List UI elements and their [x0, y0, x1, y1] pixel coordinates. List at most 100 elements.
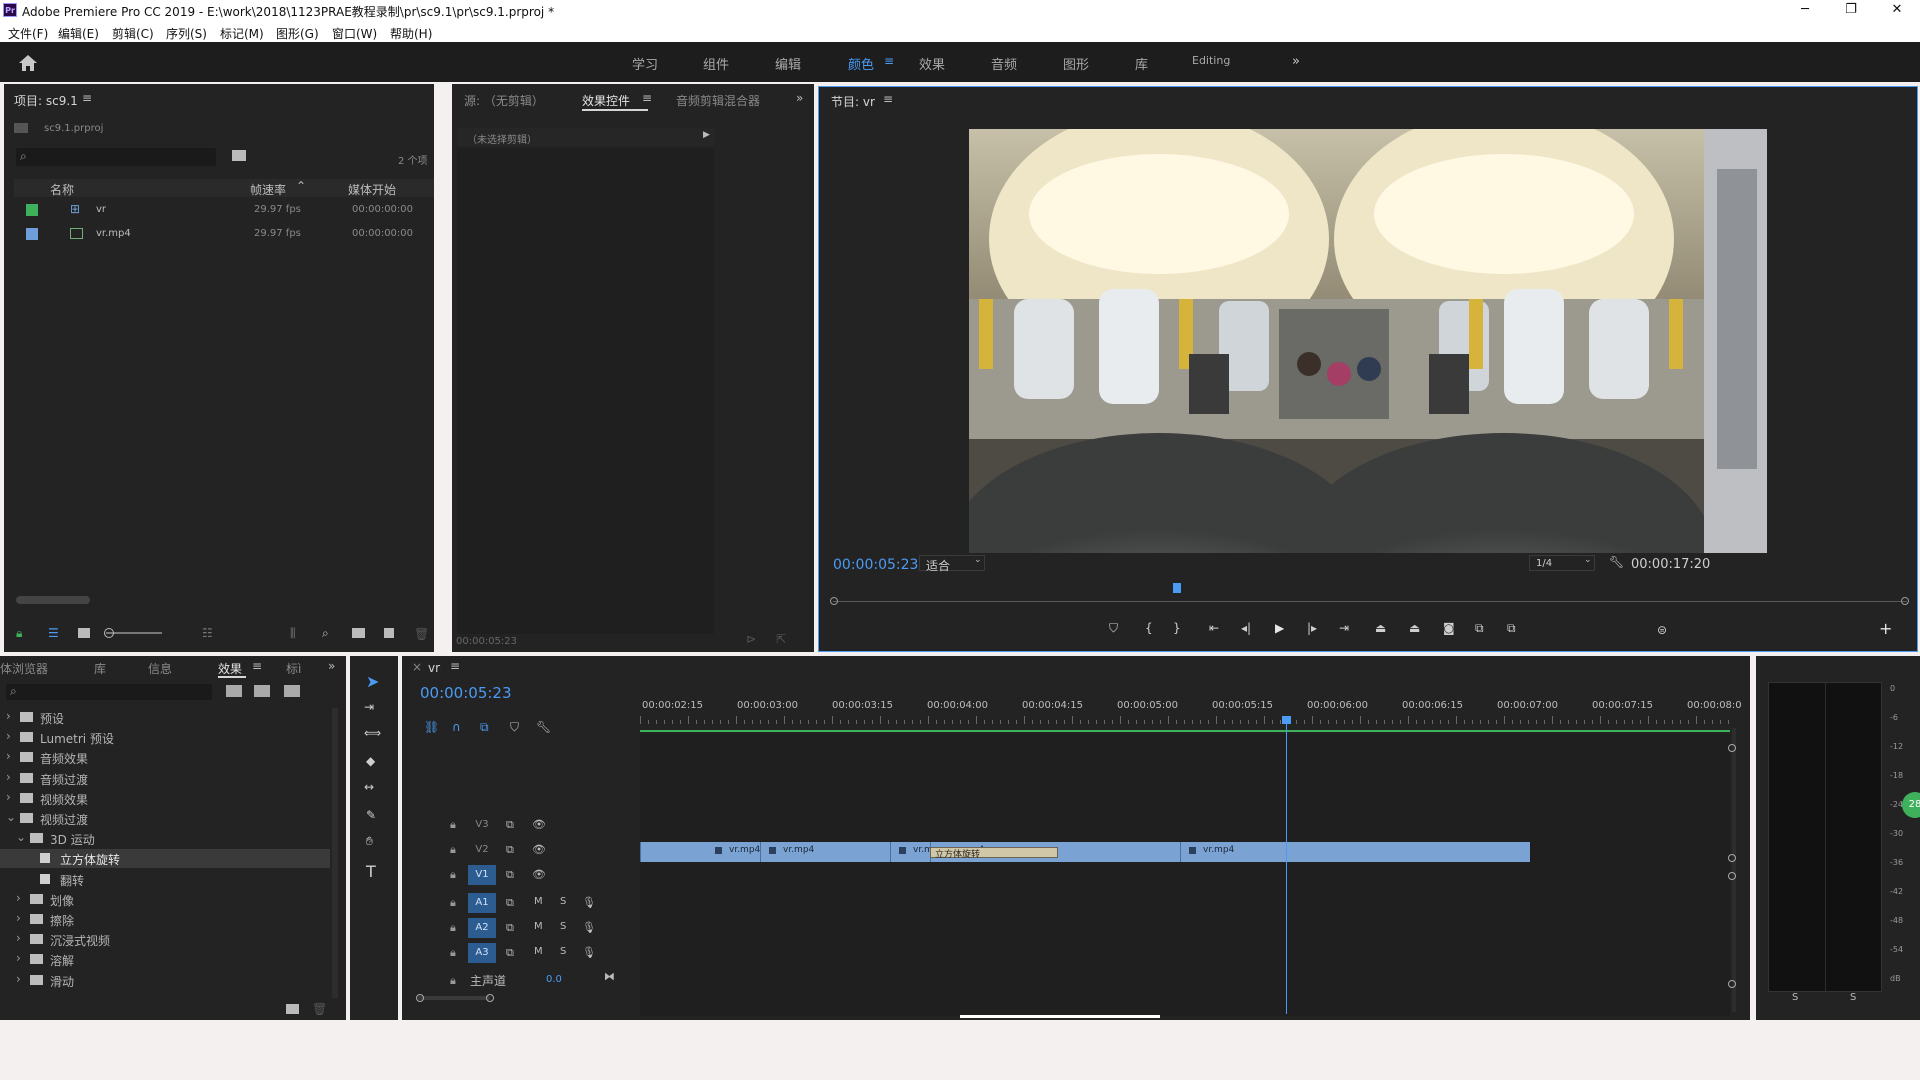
yuv-effects-icon[interactable]: [284, 685, 300, 697]
tab-media-browser[interactable]: 体浏览器: [0, 660, 48, 677]
transition-cube-spin[interactable]: 立方体旋转: [930, 847, 1058, 860]
sort-icons-icon[interactable]: ☷: [202, 626, 213, 640]
workspace-color[interactable]: 颜色: [848, 54, 874, 73]
workspace-audio[interactable]: 音频: [991, 54, 1017, 73]
ripple-edit-tool-icon[interactable]: ⟺: [364, 726, 381, 740]
play-icon[interactable]: ▶: [1275, 621, 1284, 635]
chevron-right-icon[interactable]: ›: [6, 729, 11, 743]
fit-zoom-select[interactable]: 适合 ⌄: [919, 555, 985, 573]
list-view-icon[interactable]: ☰: [48, 626, 59, 640]
zoom-handle[interactable]: [486, 994, 494, 1002]
chevron-right-icon[interactable]: ›: [6, 770, 11, 784]
automate-to-sequence-icon[interactable]: ⫼: [290, 626, 296, 641]
chevron-right-icon[interactable]: ›: [16, 931, 21, 945]
tab-audio-clip-mixer[interactable]: 音频剪辑混合器: [676, 92, 760, 109]
vr-headset-icon[interactable]: ⊜: [1657, 623, 1667, 637]
type-tool-icon[interactable]: T: [366, 862, 376, 881]
panel-menu-icon[interactable]: ≡: [883, 92, 893, 106]
in-range-handle[interactable]: [830, 597, 838, 605]
new-custom-bin-icon[interactable]: [286, 1004, 299, 1014]
chevron-right-icon[interactable]: ›: [6, 790, 11, 804]
chevron-right-icon[interactable]: ›: [16, 891, 21, 905]
scroll-handle[interactable]: [1728, 744, 1736, 752]
effects-tree-item[interactable]: › 视频效果: [0, 789, 330, 808]
menu-help[interactable]: 帮助(H): [390, 25, 432, 42]
program-playhead[interactable]: [1173, 583, 1181, 593]
chevron-down-icon[interactable]: ⌄: [6, 810, 16, 824]
button-editor-add-icon[interactable]: +: [1879, 619, 1892, 638]
project-search-input[interactable]: ⌕: [16, 148, 216, 166]
col-name[interactable]: 名称: [50, 181, 74, 198]
effects-tree-item[interactable]: › 沉浸式视频: [0, 930, 330, 949]
effects-tree-item[interactable]: › 溶解: [0, 950, 330, 969]
workspace-graphics[interactable]: 图形: [1063, 54, 1089, 73]
vertical-scrollbar[interactable]: [1732, 728, 1736, 1012]
tab-info[interactable]: 信息: [148, 660, 172, 677]
effects-tree-item[interactable]: › 划像: [0, 890, 330, 909]
vertical-scrollbar[interactable]: [332, 708, 338, 998]
effects-tree-item[interactable]: › 音频过渡: [0, 769, 330, 788]
chevron-right-icon[interactable]: ›: [16, 972, 21, 986]
menu-graphics[interactable]: 图形(G): [276, 25, 319, 42]
timeline-clip[interactable]: vr.mp4: [1180, 842, 1530, 862]
export-icon[interactable]: ⇱: [776, 632, 786, 646]
timeline-clip[interactable]: vr.m: [890, 842, 933, 862]
export-frame-camera-icon[interactable]: ◙: [1443, 621, 1455, 635]
track-select-tool-icon[interactable]: ⇥: [364, 700, 374, 714]
program-monitor-title[interactable]: 节目: vr: [831, 93, 875, 110]
new-item-icon[interactable]: [384, 628, 394, 638]
razor-tool-icon[interactable]: ◆: [366, 754, 375, 768]
workspace-editing-custom[interactable]: Editing: [1192, 54, 1230, 67]
effects-tree-item[interactable]: ⌄ 视频过渡: [0, 809, 330, 828]
menu-window[interactable]: 窗口(W): [332, 25, 377, 42]
panel-menu-icon[interactable]: ≡: [82, 91, 92, 105]
clear-icon[interactable]: 🗑︎: [414, 627, 429, 641]
restore-button[interactable]: ❐: [1828, 0, 1874, 22]
timeline-clip[interactable]: vr.mp4: [640, 842, 760, 862]
chevron-down-icon[interactable]: ⌄: [16, 830, 26, 844]
resolution-select[interactable]: 1/4 ⌄: [1529, 555, 1595, 571]
selection-tool-icon[interactable]: ➤: [366, 672, 379, 691]
accelerated-effects-icon[interactable]: [226, 685, 242, 697]
menu-clip[interactable]: 剪辑(C): [112, 25, 154, 42]
home-icon[interactable]: [18, 54, 38, 72]
zoom-handle[interactable]: [416, 994, 424, 1002]
expand-arrow-icon[interactable]: ▶: [703, 130, 710, 140]
project-item-row[interactable]: vr.mp4 29.97 fps 00:00:00:00: [18, 224, 434, 246]
project-panel-title[interactable]: 项目: sc9.1: [14, 92, 78, 109]
effects-tree-item[interactable]: › Lumetri 预设: [0, 728, 330, 747]
minimize-button[interactable]: ─: [1782, 0, 1828, 22]
pen-tool-icon[interactable]: ✎: [366, 808, 376, 822]
find-icon[interactable]: ⌕: [322, 626, 329, 641]
icon-view-icon[interactable]: [78, 628, 90, 638]
mark-out-icon[interactable]: }: [1173, 621, 1181, 635]
new-bin-icon[interactable]: [352, 628, 365, 638]
32bit-effects-icon[interactable]: [254, 685, 270, 697]
timeline-playhead[interactable]: [1282, 716, 1291, 724]
effects-search-input[interactable]: ⌕: [6, 684, 212, 700]
sort-ascending-icon[interactable]: ⌃: [296, 179, 306, 193]
panel-menu-icon[interactable]: ≡: [252, 659, 262, 673]
workspace-editing[interactable]: 编辑: [775, 54, 801, 73]
effects-tree-item[interactable]: › 滑动: [0, 971, 330, 990]
step-back-icon[interactable]: ◂|: [1241, 621, 1251, 635]
horizontal-scrollbar[interactable]: [16, 596, 90, 604]
lock-icon[interactable]: 🔒︎: [16, 626, 22, 641]
extract-icon[interactable]: ⏏: [1409, 621, 1420, 635]
delete-icon[interactable]: 🗑︎: [312, 1002, 327, 1016]
tab-source[interactable]: 源: （无剪辑）: [464, 92, 544, 109]
menu-marker[interactable]: 标记(M): [220, 25, 264, 42]
panel-overflow-icon[interactable]: »: [796, 91, 803, 105]
scroll-handle[interactable]: [1728, 854, 1736, 862]
program-time-ruler[interactable]: [830, 583, 1909, 605]
workspace-overflow-button[interactable]: »: [1292, 54, 1300, 69]
mark-in-icon[interactable]: {: [1145, 621, 1153, 635]
chevron-right-icon[interactable]: ›: [16, 951, 21, 965]
col-media-start[interactable]: 媒体开始: [348, 181, 396, 198]
solo-left-button[interactable]: S: [1792, 992, 1798, 1003]
comparison-view-icon[interactable]: ⧉: [1475, 621, 1484, 636]
workspace-learn[interactable]: 学习: [632, 54, 658, 73]
new-search-bin-icon[interactable]: [232, 150, 246, 161]
menu-sequence[interactable]: 序列(S): [166, 25, 207, 42]
chevron-right-icon[interactable]: ›: [16, 911, 21, 925]
